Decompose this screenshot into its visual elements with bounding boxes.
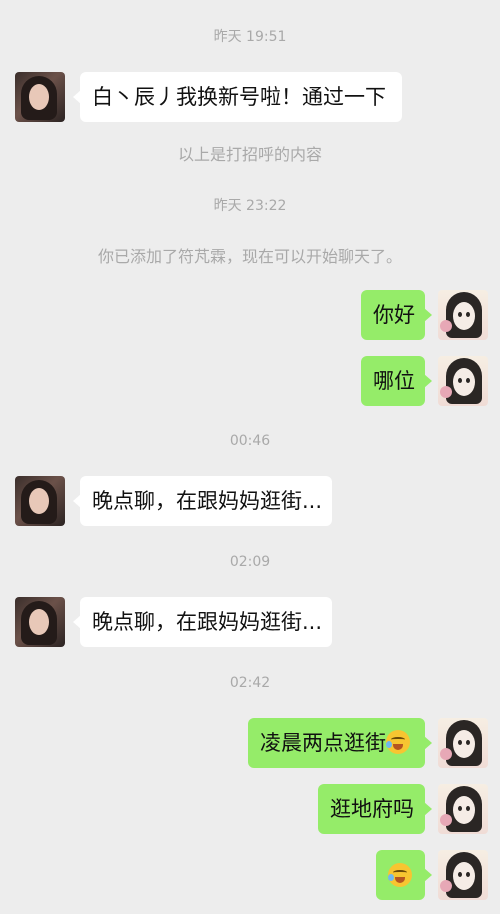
message-text: 你好	[373, 303, 415, 327]
chat-window: 昨天 19:51 白丶辰丿我换新号啦！通过一下 以上是打招呼的内容 昨天 23:…	[0, 0, 500, 914]
received-message-bubble[interactable]: 白丶辰丿我换新号啦！通过一下	[73, 72, 402, 122]
message-text: 晚点聊，在跟妈妈逛街...	[92, 610, 323, 634]
self-avatar[interactable]	[438, 718, 488, 768]
self-avatar[interactable]	[438, 784, 488, 834]
self-avatar[interactable]	[438, 356, 488, 406]
crying-laughing-emoji-icon	[386, 730, 410, 754]
message-text: 凌晨两点逛街	[260, 731, 386, 755]
message-text: 逛地府吗	[330, 797, 414, 821]
system-message: 以上是打招呼的内容	[177, 145, 322, 164]
sent-message-bubble[interactable]: 你好	[361, 290, 432, 340]
sent-message-bubble[interactable]	[376, 850, 432, 900]
sent-message-bubble[interactable]: 凌晨两点逛街	[248, 718, 432, 768]
crying-laughing-emoji-icon	[388, 863, 412, 887]
received-message-bubble[interactable]: 晚点聊，在跟妈妈逛街...	[73, 476, 332, 526]
sent-message-bubble[interactable]: 逛地府吗	[318, 784, 432, 834]
message-text: 哪位	[373, 369, 415, 393]
timestamp: 00:46	[229, 433, 271, 449]
message-text: 白丶辰丿我换新号啦！通过一下	[92, 85, 386, 109]
self-avatar[interactable]	[438, 290, 488, 340]
timestamp: 02:09	[229, 554, 271, 570]
contact-avatar[interactable]	[15, 597, 65, 647]
sent-message-bubble[interactable]: 哪位	[361, 356, 432, 406]
self-avatar[interactable]	[438, 850, 488, 900]
system-message: 你已添加了符芃霖，现在可以开始聊天了。	[97, 247, 402, 266]
received-message-bubble[interactable]: 晚点聊，在跟妈妈逛街...	[73, 597, 332, 647]
message-text: 晚点聊，在跟妈妈逛街...	[92, 489, 323, 513]
timestamp: 昨天 19:51	[213, 29, 287, 45]
contact-avatar[interactable]	[15, 72, 65, 122]
timestamp: 02:42	[229, 675, 271, 691]
contact-avatar[interactable]	[15, 476, 65, 526]
timestamp: 昨天 23:22	[213, 198, 287, 214]
